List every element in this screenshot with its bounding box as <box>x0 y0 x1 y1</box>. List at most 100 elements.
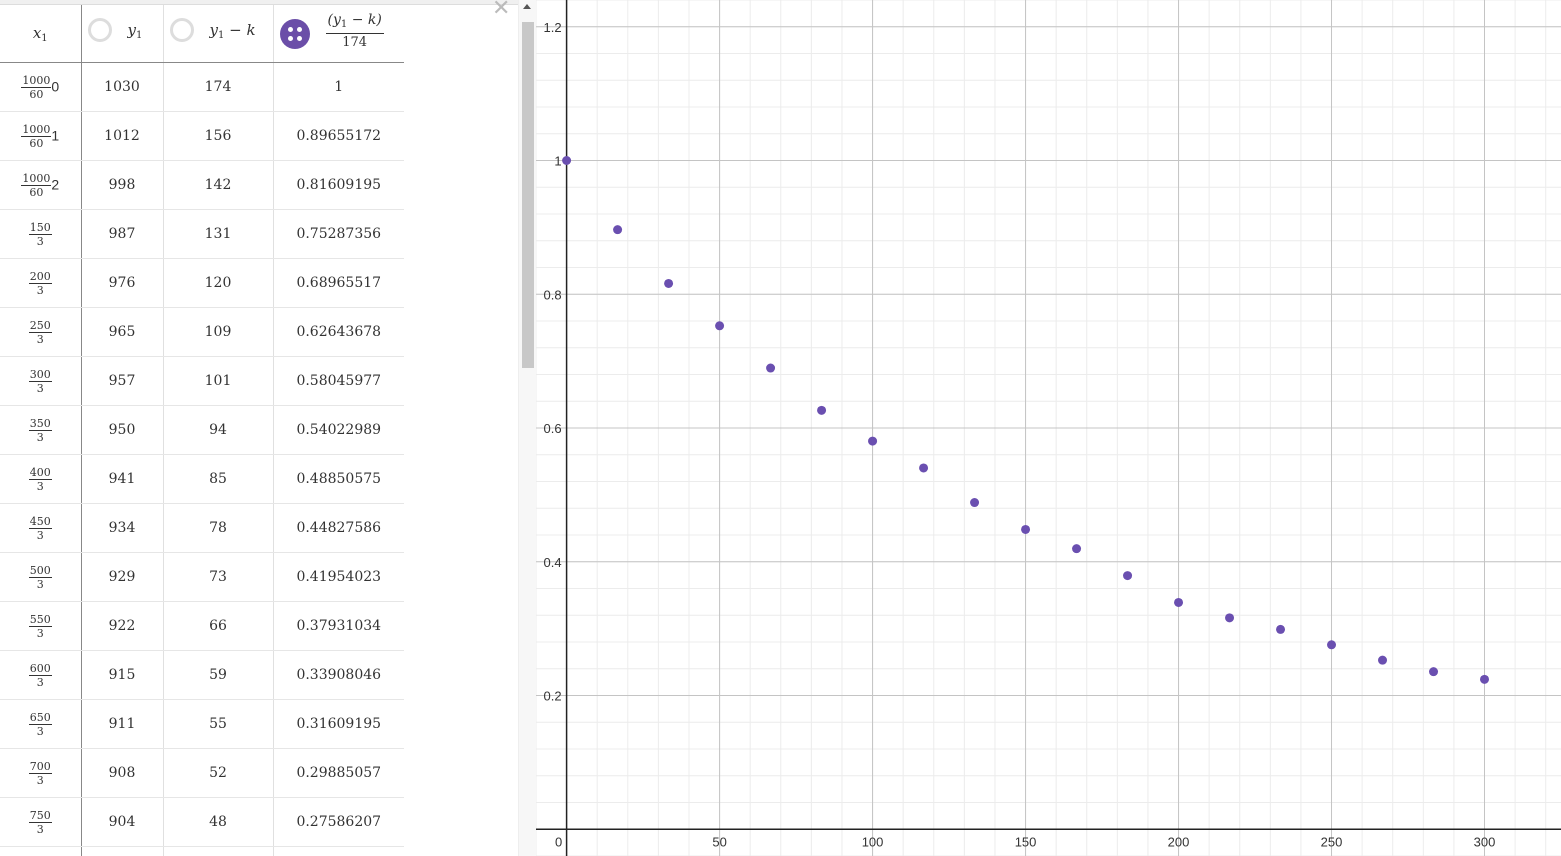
column-header-y1-minus-k[interactable]: y1 − k <box>163 5 274 63</box>
cell-x1[interactable]: 1000 60 2 <box>0 160 82 210</box>
graph-canvas[interactable]: 0 50 100 150 200 250 300 0.2 0.4 0.6 0.8 1 1.2 <box>536 0 1561 856</box>
column-header-x1[interactable]: x1 <box>0 5 82 63</box>
cell-y1[interactable]: 987 <box>81 209 164 259</box>
cell-ratio[interactable] <box>273 846 404 856</box>
cell-y1[interactable]: 929 <box>81 552 164 602</box>
cell-y1[interactable]: 908 <box>81 748 164 798</box>
cell-y1-minus-k[interactable]: 66 <box>163 601 274 651</box>
cell-y1[interactable]: 922 <box>81 601 164 651</box>
x1-fraction: 150 3 <box>28 220 52 248</box>
cell-y1[interactable]: 941 <box>81 454 164 504</box>
cell-x1[interactable]: 650 3 <box>0 699 82 749</box>
cell-ratio[interactable]: 0.62643678 <box>273 307 404 357</box>
cell-x1[interactable]: 200 3 <box>0 258 82 308</box>
cell-ratio[interactable]: 0.75287356 <box>273 209 404 259</box>
scrollbar-thumb[interactable] <box>522 22 534 368</box>
cell-x1[interactable]: 450 3 <box>0 503 82 553</box>
cell-y1[interactable]: 950 <box>81 405 164 455</box>
table-row[interactable]: 700 3 908 52 0.29885057 <box>0 748 404 798</box>
cell-x1[interactable]: 750 3 <box>0 797 82 847</box>
cell-ratio[interactable]: 0.89655172 <box>273 111 404 161</box>
cell-x1[interactable]: 700 3 <box>0 748 82 798</box>
column-header-y1[interactable]: y1 <box>81 5 164 63</box>
cell-ratio[interactable]: 0.68965517 <box>273 258 404 308</box>
cell-ratio[interactable]: 0.31609195 <box>273 699 404 749</box>
cell-ratio[interactable]: 0.33908046 <box>273 650 404 700</box>
cell-y1[interactable] <box>81 846 164 856</box>
cell-x1[interactable]: 300 3 <box>0 356 82 406</box>
table-row[interactable]: 500 3 929 73 0.41954023 <box>0 552 404 602</box>
table-row[interactable]: 200 3 976 120 0.68965517 <box>0 258 404 308</box>
table-row[interactable]: 600 3 915 59 0.33908046 <box>0 650 404 700</box>
cell-y1[interactable]: 1012 <box>81 111 164 161</box>
table-row[interactable]: 1000 60 2 998 142 0.81609195 <box>0 160 404 210</box>
cell-ratio[interactable]: 0.58045977 <box>273 356 404 406</box>
table-row[interactable]: 650 3 911 55 0.31609195 <box>0 699 404 749</box>
cell-x1[interactable]: 250 3 <box>0 307 82 357</box>
cell-ratio[interactable]: 1 <box>273 62 404 112</box>
table-row[interactable]: 1000 60 1 1012 156 0.89655172 <box>0 111 404 161</box>
column-header-ratio[interactable]: (y1 − k) 174 <box>273 5 404 63</box>
cell-x1[interactable]: 550 3 <box>0 601 82 651</box>
cell-ratio[interactable]: 0.37931034 <box>273 601 404 651</box>
cell-x1[interactable]: 400 3 <box>0 454 82 504</box>
table-row[interactable]: 8003 <box>0 846 404 856</box>
table-row[interactable]: 400 3 941 85 0.48850575 <box>0 454 404 504</box>
table-row[interactable]: 150 3 987 131 0.75287356 <box>0 209 404 259</box>
cell-y1-minus-k[interactable]: 78 <box>163 503 274 553</box>
table-row[interactable]: 750 3 904 48 0.27586207 <box>0 797 404 847</box>
cell-y1[interactable]: 976 <box>81 258 164 308</box>
cell-ratio[interactable]: 0.41954023 <box>273 552 404 602</box>
cell-y1-minus-k[interactable]: 94 <box>163 405 274 455</box>
cell-y1-minus-k[interactable]: 73 <box>163 552 274 602</box>
cell-y1-minus-k[interactable]: 142 <box>163 160 274 210</box>
cell-y1[interactable]: 934 <box>81 503 164 553</box>
cell-y1-minus-k[interactable]: 59 <box>163 650 274 700</box>
cell-y1-minus-k[interactable]: 109 <box>163 307 274 357</box>
cell-y1[interactable]: 1030 <box>81 62 164 112</box>
cell-y1-minus-k[interactable]: 131 <box>163 209 274 259</box>
cell-ratio[interactable]: 0.54022989 <box>273 405 404 455</box>
cell-y1[interactable]: 911 <box>81 699 164 749</box>
x1-fraction: 200 3 <box>28 269 52 297</box>
table-row[interactable]: 350 3 950 94 0.54022989 <box>0 405 404 455</box>
cell-y1-minus-k[interactable]: 85 <box>163 454 274 504</box>
cell-ratio[interactable]: 0.48850575 <box>273 454 404 504</box>
ratio-points-visible-icon[interactable] <box>279 19 310 49</box>
cell-x1[interactable]: 1000 60 0 <box>0 62 82 112</box>
y1-visibility-toggle-icon[interactable] <box>87 18 112 42</box>
cell-x1[interactable]: 500 3 <box>0 552 82 602</box>
cell-y1-minus-k[interactable]: 156 <box>163 111 274 161</box>
cell-y1[interactable]: 998 <box>81 160 164 210</box>
cell-y1-minus-k[interactable]: 52 <box>163 748 274 798</box>
cell-y1-minus-k[interactable]: 55 <box>163 699 274 749</box>
cell-x1[interactable]: 1000 60 1 <box>0 111 82 161</box>
cell-x1[interactable]: 350 3 <box>0 405 82 455</box>
cell-ratio[interactable]: 0.27586207 <box>273 797 404 847</box>
x1-fraction: 250 3 <box>28 318 52 346</box>
cell-y1-minus-k[interactable]: 120 <box>163 258 274 308</box>
cell-y1-minus-k[interactable]: 48 <box>163 797 274 847</box>
cell-y1[interactable]: 915 <box>81 650 164 700</box>
cell-y1[interactable]: 965 <box>81 307 164 357</box>
cell-y1-minus-k[interactable] <box>163 846 274 856</box>
cell-y1[interactable]: 904 <box>81 797 164 847</box>
cell-ratio[interactable]: 0.81609195 <box>273 160 404 210</box>
close-icon[interactable]: ✕ <box>492 0 510 20</box>
cell-y1[interactable]: 957 <box>81 356 164 406</box>
cell-y1-minus-k[interactable]: 101 <box>163 356 274 406</box>
table-row[interactable]: 300 3 957 101 0.58045977 <box>0 356 404 406</box>
scroll-up-arrow-icon[interactable] <box>523 4 531 9</box>
table-row[interactable]: 250 3 965 109 0.62643678 <box>0 307 404 357</box>
table-scrollbar[interactable] <box>518 0 536 856</box>
cell-ratio[interactable]: 0.29885057 <box>273 748 404 798</box>
cell-y1-minus-k[interactable]: 174 <box>163 62 274 112</box>
cell-x1[interactable]: 150 3 <box>0 209 82 259</box>
y1-minus-k-visibility-toggle-icon[interactable] <box>169 18 194 42</box>
cell-x1[interactable]: 8003 <box>0 846 82 856</box>
cell-ratio[interactable]: 0.44827586 <box>273 503 404 553</box>
table-row[interactable]: 1000 60 0 1030 174 1 <box>0 62 404 112</box>
cell-x1[interactable]: 600 3 <box>0 650 82 700</box>
table-row[interactable]: 450 3 934 78 0.44827586 <box>0 503 404 553</box>
table-row[interactable]: 550 3 922 66 0.37931034 <box>0 601 404 651</box>
